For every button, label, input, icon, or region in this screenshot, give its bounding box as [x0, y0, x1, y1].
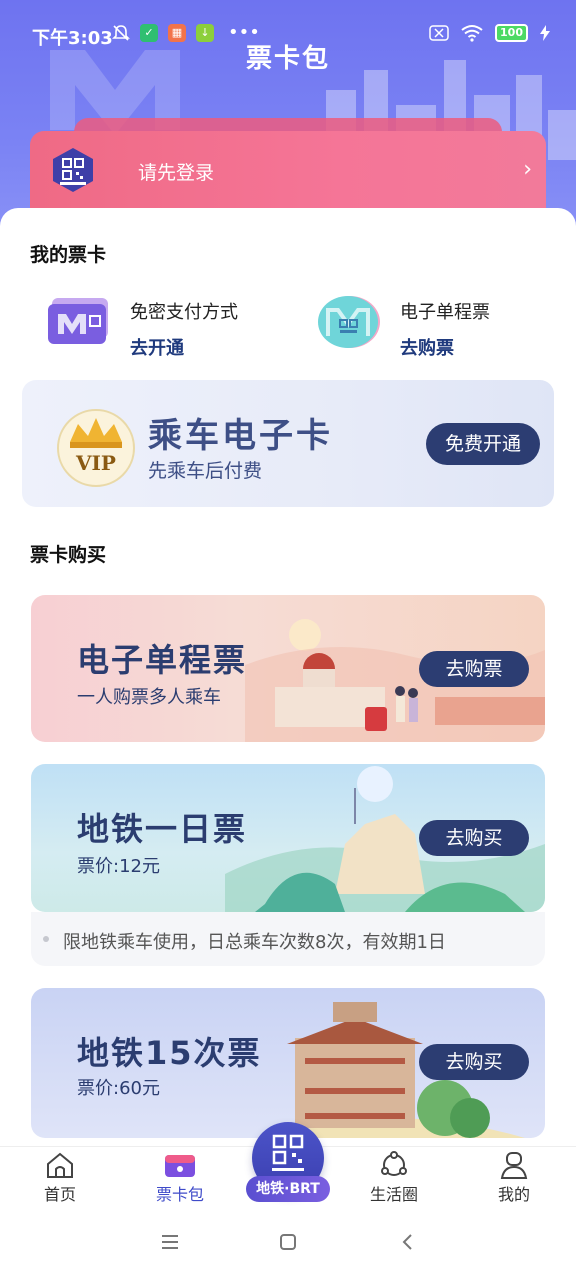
buy-ride-pass-button[interactable]: 去购买: [419, 1044, 529, 1080]
tab-wallet-label: 票卡包: [155, 1185, 204, 1204]
tab-profile-label: 我的: [497, 1185, 530, 1204]
my-card-single-ticket[interactable]: 电子单程票 去购票: [316, 292, 546, 362]
day-pass-note: 限地铁乘车使用，日总乘车次数8次，有效期1日: [31, 912, 545, 966]
menu-icon[interactable]: [160, 1232, 180, 1252]
buy-single-ticket-card[interactable]: 电子单程票 一人购票多人乘车 去购票: [31, 595, 545, 742]
tab-home[interactable]: 首页: [20, 1151, 100, 1205]
ride-e-card-banner[interactable]: VIP 乘车电子卡 先乘车后付费 免费开通: [22, 380, 554, 507]
vip-badge-text: VIP: [75, 451, 116, 475]
activate-free-button[interactable]: 免费开通: [426, 423, 540, 465]
back-icon[interactable]: [398, 1232, 418, 1252]
my-card-payment-name: 免密支付方式: [130, 302, 238, 323]
vip-crown-badge-icon: VIP: [57, 409, 135, 487]
ride-e-card-title: 乘车电子卡: [148, 416, 333, 456]
day-pass-note-text: 限地铁乘车使用，日总乘车次数8次，有效期1日: [63, 932, 446, 953]
buy-day-pass-button[interactable]: 去购买: [419, 820, 529, 856]
ride-pass-title: 地铁15次票: [77, 1034, 262, 1072]
day-pass-title: 地铁一日票: [77, 810, 248, 848]
buy-day-pass-card[interactable]: 地铁一日票 票价:12元 去购买: [31, 764, 545, 912]
tab-life-circle[interactable]: 生活圈: [354, 1151, 434, 1205]
day-pass-price: 票价:12元: [77, 856, 160, 877]
my-card-payment-action[interactable]: 去开通: [130, 334, 184, 360]
payment-card-icon: [48, 298, 108, 344]
tab-metro-brt-label: 地铁·BRT: [246, 1176, 330, 1202]
circle-network-icon: [381, 1151, 407, 1176]
single-ticket-subtitle: 一人购票多人乘车: [77, 687, 221, 708]
my-card-single-ticket-name: 电子单程票: [400, 302, 490, 323]
my-cards-section-title: 我的票卡: [30, 244, 107, 266]
purchase-section-title: 票卡购买: [30, 544, 107, 566]
bullet-dot: [43, 936, 49, 942]
chevron-right-icon: ›: [523, 157, 532, 182]
buy-single-ticket-button[interactable]: 去购票: [419, 651, 529, 687]
tab-profile[interactable]: 我的: [474, 1151, 554, 1205]
single-ticket-title: 电子单程票: [77, 641, 248, 679]
login-label: 请先登录: [138, 162, 215, 184]
qr-code-icon: [53, 148, 93, 192]
system-navigation-bar: [0, 1210, 576, 1280]
tab-wallet[interactable]: 票卡包: [140, 1151, 220, 1205]
home-square-icon[interactable]: [278, 1232, 298, 1252]
ride-pass-price: 票价:60元: [77, 1078, 160, 1099]
my-card-single-ticket-action[interactable]: 去购票: [400, 334, 454, 360]
page-title: 票卡包: [245, 44, 330, 74]
my-card-payment[interactable]: 免密支付方式 去开通: [46, 292, 276, 362]
ride-e-card-subtitle: 先乘车后付费: [148, 460, 263, 482]
buy-15-ride-pass-card[interactable]: 地铁15次票 票价:60元 去购买: [31, 988, 545, 1138]
wallet-icon: [165, 1155, 195, 1177]
tab-home-label: 首页: [43, 1185, 76, 1204]
qr-code-icon: [272, 1134, 304, 1171]
home-icon: [47, 1152, 73, 1178]
single-ticket-icon: [318, 296, 380, 348]
tab-life-circle-label: 生活圈: [369, 1185, 418, 1204]
profile-icon: [500, 1152, 528, 1179]
tab-metro-brt[interactable]: 地铁·BRT: [244, 1122, 332, 1210]
